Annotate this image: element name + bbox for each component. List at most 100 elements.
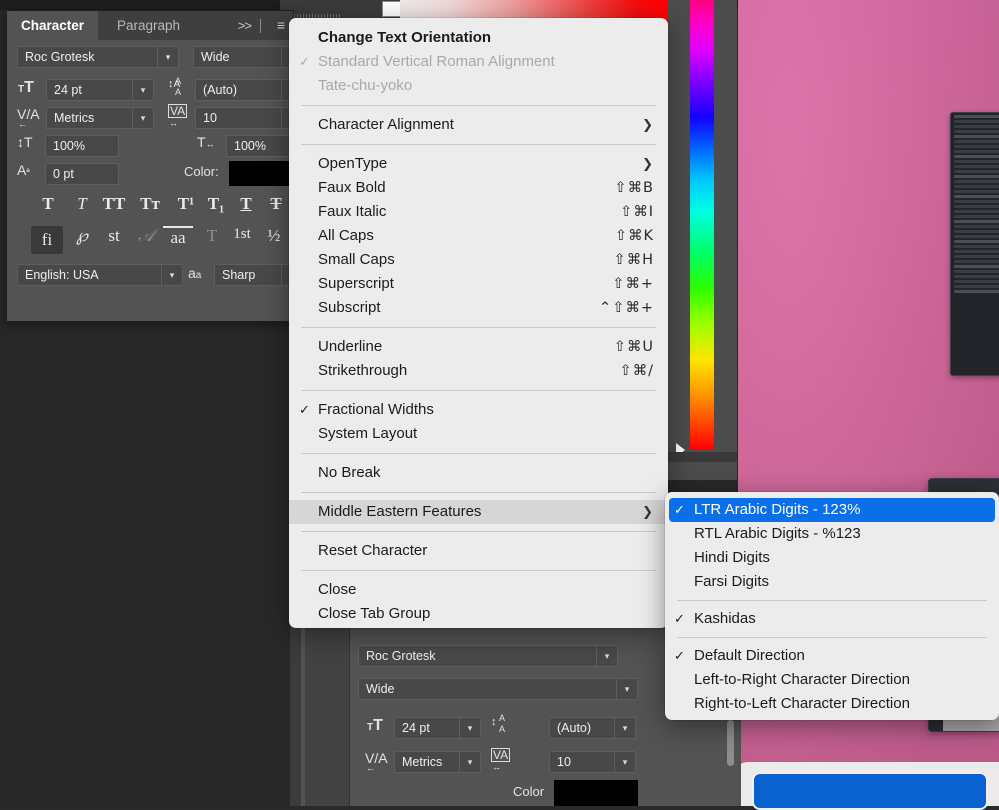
submenu-separator xyxy=(677,600,987,601)
context-menu-item[interactable]: Change Text Orientation xyxy=(289,26,668,50)
dock-rail-icons xyxy=(305,612,350,806)
chevron-down-icon[interactable]: ▾ xyxy=(157,47,178,67)
context-menu-item[interactable]: Faux Italic ⇧⌘I xyxy=(289,200,668,224)
tracking-value: 10 xyxy=(203,111,217,125)
chevron-down-icon[interactable]: ▾ xyxy=(459,718,480,738)
fractions-icon[interactable]: ½ xyxy=(261,226,287,246)
chevron-right-icon: ❯ xyxy=(642,504,653,519)
font-family-field[interactable]: Roc Grotesk ▾ xyxy=(17,46,179,68)
docked-tracking-field[interactable]: 10 ▾ xyxy=(549,751,636,773)
submenu-separator xyxy=(677,637,987,638)
submenu-item-label: LTR Arabic Digits - 123% xyxy=(694,501,861,518)
tab-paragraph[interactable]: Paragraph xyxy=(103,11,194,40)
docked-text-color-swatch[interactable] xyxy=(554,780,638,806)
context-menu-item[interactable]: Underline ⇧⌘U xyxy=(289,335,668,359)
docked-kerning-value: Metrics xyxy=(402,755,443,769)
submenu-item[interactable]: ✓ Kashidas xyxy=(665,607,999,631)
menu-separator xyxy=(301,453,656,454)
leading-icon-glyph: A xyxy=(175,76,182,86)
docked-leading-field[interactable]: (Auto) ▾ xyxy=(549,717,636,739)
discretionary-ligatures-icon[interactable]: st xyxy=(101,226,127,246)
underline-icon[interactable]: T xyxy=(233,194,259,214)
faux-italic-icon[interactable]: T xyxy=(69,194,95,214)
submenu-item[interactable]: ✓ LTR Arabic Digits - 123% xyxy=(669,498,995,522)
character-panel-tabbar: Character Paragraph >> ≡ xyxy=(7,11,293,40)
chevron-down-icon[interactable]: ▾ xyxy=(614,718,635,738)
context-menu-item[interactable]: Small Caps ⇧⌘H xyxy=(289,248,668,272)
stylistic-alternates-icon[interactable]: aa xyxy=(163,226,193,248)
contextual-alternates-icon[interactable]: ℘ xyxy=(69,226,95,246)
ordinals-icon[interactable]: 1st xyxy=(227,226,257,243)
strikethrough-icon[interactable]: T xyxy=(263,194,289,214)
chevron-down-icon[interactable]: ▾ xyxy=(132,108,153,128)
docked-font-family-field[interactable]: Roc Grotesk ▾ xyxy=(358,645,618,667)
menu-separator xyxy=(301,144,656,145)
context-menu-item[interactable]: System Layout xyxy=(289,422,668,446)
titling-alternates-icon[interactable]: T xyxy=(199,226,225,246)
tab-character[interactable]: Character xyxy=(7,11,99,40)
submenu-item[interactable]: Hindi Digits xyxy=(665,546,999,570)
submenu-item[interactable]: Left-to-Right Character Direction xyxy=(665,668,999,692)
swash-icon[interactable]: 𝒜 xyxy=(133,226,159,246)
docked-font-size-field[interactable]: 24 pt ▾ xyxy=(394,717,481,739)
faux-bold-icon[interactable]: T xyxy=(35,194,61,214)
context-menu-item[interactable]: All Caps ⇧⌘K xyxy=(289,224,668,248)
baseline-shift-field[interactable]: 0 pt xyxy=(45,163,119,185)
submenu-item[interactable]: ✓ Default Direction xyxy=(665,644,999,668)
chevron-down-icon[interactable]: ▾ xyxy=(596,646,617,666)
context-menu-item[interactable]: Superscript ⇧⌘+ xyxy=(289,272,668,296)
menu-shortcut: ⇧⌘+ xyxy=(612,276,654,292)
menu-shortcut: ⇧⌘H xyxy=(613,252,654,268)
panel-menu-icon[interactable]: ≡ xyxy=(277,11,285,40)
leading-field[interactable]: (Auto) ▾ xyxy=(195,79,303,101)
menu-shortcut: ⇧⌘K xyxy=(614,228,654,244)
context-menu-item[interactable]: Strikethrough ⇧⌘/ xyxy=(289,359,668,383)
chevron-down-icon[interactable]: ▾ xyxy=(614,752,635,772)
context-menu-item[interactable]: ✓ Fractional Widths xyxy=(289,398,668,422)
context-menu-item[interactable]: Close Tab Group xyxy=(289,602,668,626)
context-menu-item[interactable]: Reset Character xyxy=(289,539,668,563)
docked-kerning-field[interactable]: Metrics ▾ xyxy=(394,751,481,773)
font-style-field[interactable]: Wide ▾ xyxy=(193,46,303,68)
toolbar-divider xyxy=(260,19,261,33)
menu-shortcut: ⇧⌘B xyxy=(614,180,654,196)
vertical-scale-field[interactable]: 100% xyxy=(45,135,119,157)
menu-separator xyxy=(301,105,656,106)
submenu-item[interactable]: Right-to-Left Character Direction xyxy=(665,692,999,716)
hue-slider[interactable] xyxy=(690,0,714,450)
submenu-item[interactable]: RTL Arabic Digits - %123 xyxy=(665,522,999,546)
font-size-field[interactable]: 24 pt ▾ xyxy=(46,79,154,101)
context-menu-item[interactable]: Character Alignment ❯ xyxy=(289,113,668,137)
context-menu-item[interactable]: No Break xyxy=(289,461,668,485)
context-menu-item-label: Faux Bold xyxy=(318,179,386,196)
context-menu-item[interactable]: Middle Eastern Features ❯ xyxy=(289,500,668,524)
context-menu-item-label: Faux Italic xyxy=(318,203,387,220)
context-menu-item[interactable]: OpenType ❯ xyxy=(289,152,668,176)
context-menu-item-label: Standard Vertical Roman Alignment xyxy=(318,53,555,70)
context-menu-item-label: Fractional Widths xyxy=(318,401,434,418)
context-menu-item[interactable]: Subscript ⌃⇧⌘+ xyxy=(289,296,668,320)
chevron-down-icon[interactable]: ▾ xyxy=(616,679,637,699)
context-menu-item-label: Strikethrough xyxy=(318,362,408,379)
subscript-icon[interactable]: T₁ xyxy=(203,194,229,214)
standard-ligatures-icon[interactable]: fi xyxy=(31,226,63,254)
context-menu-item[interactable]: Faux Bold ⇧⌘B xyxy=(289,176,668,200)
superscript-icon[interactable]: T¹ xyxy=(173,194,199,214)
context-menu-item[interactable]: Close xyxy=(289,578,668,602)
chevron-down-icon[interactable]: ▾ xyxy=(161,265,182,285)
chevron-down-icon[interactable]: ▾ xyxy=(459,752,480,772)
all-caps-icon[interactable]: TT xyxy=(99,194,129,214)
checkmark-icon: ✓ xyxy=(299,54,310,69)
panel-expand-icon[interactable]: >> xyxy=(238,11,252,40)
submenu-item-label: Farsi Digits xyxy=(694,573,770,590)
submenu-item-label: Hindi Digits xyxy=(694,549,770,566)
submenu-item[interactable]: Farsi Digits xyxy=(665,570,999,594)
chevron-down-icon[interactable]: ▾ xyxy=(132,80,153,100)
kerning-field[interactable]: Metrics ▾ xyxy=(46,107,154,129)
language-field[interactable]: English: USA ▾ xyxy=(17,264,183,286)
docked-font-style-field[interactable]: Wide ▾ xyxy=(358,678,638,700)
tracking-field[interactable]: 10 ▾ xyxy=(195,107,303,129)
panel-scrollbar[interactable] xyxy=(727,720,734,766)
baseline-shift-icon: Aª xyxy=(17,162,30,178)
small-caps-icon[interactable]: Tᴛ xyxy=(135,194,165,214)
